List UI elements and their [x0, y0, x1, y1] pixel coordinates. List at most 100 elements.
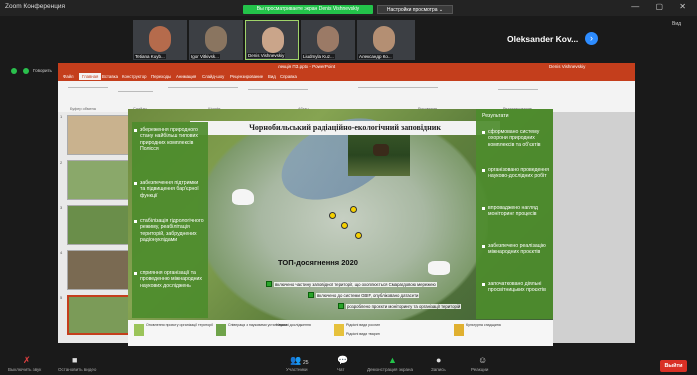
slide-title: Чорнобильський радіаційно-екологічний за… [190, 121, 500, 135]
avatar [317, 26, 339, 52]
goal-item: збереження природного стану найбільш тип… [140, 127, 199, 152]
church-icon [454, 324, 464, 336]
achievement-item: включено до системи GBIF, опубліковано д… [316, 293, 420, 298]
leaf-icon [134, 324, 144, 336]
mute-label: Выключить звук [8, 367, 42, 372]
result-item: забезпечено реалізацію міжнародних проєк… [488, 243, 546, 256]
meeting-toolbar [0, 347, 697, 375]
next-page-button[interactable]: › [585, 32, 598, 45]
avatar [262, 27, 284, 53]
tab-animations[interactable]: Анимация [176, 74, 196, 79]
security-icon[interactable] [11, 68, 17, 74]
participant-name: Liudmyla Kuz... [302, 54, 335, 59]
ppt-tabs: Файл Главная Вставка Конструктор Переход… [58, 72, 635, 81]
participant-tile[interactable]: Denis Vishnevskiy [245, 20, 299, 60]
participant-tile[interactable]: Tetiana Kuyb... [133, 20, 187, 60]
bison-photo [373, 144, 389, 156]
ribbon-group-label: Буфер обмена [70, 107, 96, 111]
radiation-icon [341, 222, 348, 229]
reactions-icon[interactable]: ☺ [478, 355, 487, 365]
reactions-label: Реакции [471, 367, 489, 372]
plant-icon [216, 324, 226, 336]
chat-icon[interactable]: 💬 [337, 355, 348, 366]
achievement-item: включено частину заповідної території, щ… [274, 282, 437, 287]
microphone-muted-icon[interactable]: ✗ [23, 355, 31, 366]
slide-thumbnails: 1 2 3 4 5 [58, 112, 138, 343]
record-icon[interactable]: ● [436, 355, 441, 365]
footer-item: Наукові дослідження [276, 323, 311, 327]
participants-label: Участники [286, 367, 308, 372]
results-heading: Результати [482, 113, 509, 119]
slide-thumbnail-selected[interactable] [67, 295, 133, 335]
slide-thumbnail[interactable] [67, 205, 133, 245]
radiation-icon [350, 206, 357, 213]
result-item: організовано проведення науково-дослідни… [488, 167, 549, 180]
participant-tile[interactable]: Igor Vitkivsk... [189, 20, 243, 60]
result-item: сформовано систему охорони природних ком… [488, 129, 541, 148]
goal-item: сприяння організації та проведенню міжна… [140, 270, 202, 289]
tab-help[interactable]: Справка [280, 74, 297, 79]
footer-item: Оновлення проєкту організації території [146, 323, 214, 327]
share-banner: Вы просматриваете экран Denis Vishnevski… [243, 5, 373, 14]
slide: Чорнобильський радіаційно-екологічний за… [128, 109, 553, 346]
horse-silhouette [428, 261, 450, 275]
participant-name: Александр Ко... [358, 54, 393, 59]
tab-transitions[interactable]: Переходы [151, 74, 171, 79]
avatar [373, 26, 395, 52]
slide-thumbnail[interactable] [67, 250, 133, 290]
app-title: Zoom Конференция [5, 3, 66, 10]
footer-item: Рідкісні види тварин [346, 332, 380, 336]
slide-thumbnail[interactable] [67, 160, 133, 200]
speaker-label: Говорить [33, 68, 52, 73]
avatar [149, 26, 171, 52]
result-item: започатковано діяльні просвітницьких про… [488, 281, 546, 294]
ppt-title: лекція ПЗ.pptx - PowerPoint [278, 64, 336, 69]
shield-icon[interactable] [23, 68, 29, 74]
chat-label: Чат [337, 367, 345, 372]
share-label: Демонстрация экрана [367, 367, 413, 372]
wolf-silhouette [232, 189, 254, 205]
view-options-button[interactable]: Настройки просмотра ⌄ [377, 5, 453, 14]
check-icon [266, 281, 272, 287]
tab-file[interactable]: Файл [63, 74, 74, 79]
flower-icon [334, 324, 344, 336]
view-toggle-button[interactable]: Вид [672, 21, 681, 27]
tab-insert[interactable]: Вставка [102, 74, 118, 79]
participant-name: Tetiana Kuyb... [134, 54, 166, 59]
video-label: Остановить видео [58, 367, 97, 372]
active-speaker-name: Oleksander Kov... [507, 34, 579, 44]
avatar [205, 26, 227, 52]
tab-home[interactable]: Главная [79, 73, 102, 80]
share-screen-icon[interactable]: ▲ [388, 355, 397, 365]
slide-thumbnail[interactable] [67, 115, 133, 155]
radiation-icon [355, 232, 362, 239]
participants-count: 25 [303, 360, 309, 366]
video-camera-icon[interactable]: ■ [72, 355, 77, 365]
leave-button[interactable]: Выйти [660, 360, 687, 372]
goal-item: забезпечення підтримки та підвищення бар… [140, 180, 199, 199]
participants-icon[interactable]: 👥 [290, 355, 301, 366]
footer-item: Рідкісні види рослин [346, 323, 381, 327]
result-item: впроваджено нагляд моніторинг процесів [488, 205, 538, 218]
tab-review[interactable]: Рецензирование [230, 74, 263, 79]
tab-view[interactable]: Вид [268, 74, 276, 79]
check-icon [308, 292, 314, 298]
participant-tile[interactable]: Александр Ко... [357, 20, 415, 60]
tab-design[interactable]: Конструктор [122, 74, 147, 79]
goal-item: стабілізація гідрологічного режиму, реаб… [140, 218, 204, 243]
participant-tile[interactable]: Liudmyla Kuz... [301, 20, 355, 60]
goals-panel: збереження природного стану найбільш тип… [132, 122, 208, 318]
achievement-item: розроблено проєкти моніторингу та органі… [346, 304, 462, 309]
participant-name: Denis Vishnevskiy [247, 53, 286, 58]
participant-name: Igor Vitkivsk... [190, 54, 220, 59]
slide-footer-strip: Оновлення проєкту організації території … [128, 320, 553, 346]
achievements-heading: ТОП-досягнення 2020 [278, 258, 358, 267]
check-icon [338, 303, 344, 309]
footer-item: Культурна спадщина [466, 323, 501, 327]
tab-slideshow[interactable]: Слайд-шоу [202, 74, 224, 79]
results-panel: Результати сформовано систему охорони пр… [476, 109, 553, 319]
ppt-user: Denis Vishnevskiy [549, 64, 586, 69]
window-controls[interactable]: — ▢ ✕ [631, 2, 693, 11]
radiation-icon [329, 212, 336, 219]
record-label: Запись [431, 367, 446, 372]
